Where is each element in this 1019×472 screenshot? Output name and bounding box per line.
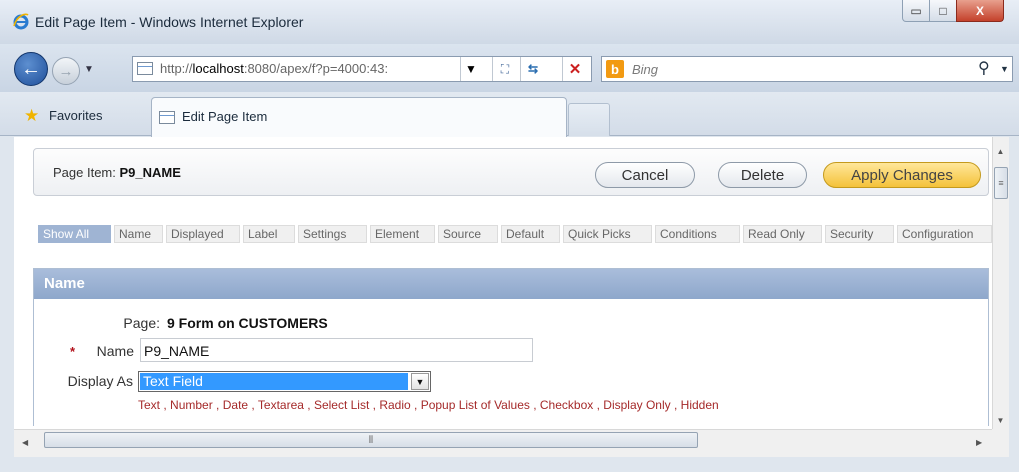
stop-icon: ✕ <box>568 61 582 78</box>
back-arrow-icon: ← <box>21 57 41 80</box>
refresh-icon: ⇆ <box>527 62 539 76</box>
tab-read-only[interactable]: Read Only <box>743 225 822 243</box>
quick-pick-display-only[interactable]: Display Only <box>603 398 670 412</box>
quick-pick-date[interactable]: Date <box>223 398 248 412</box>
chevron-down-icon[interactable]: ▼ <box>411 373 429 390</box>
page-label: Page: <box>123 315 160 331</box>
chevron-down-icon: ▼ <box>465 62 477 76</box>
vertical-scroll-thumb[interactable]: ≡ <box>994 167 1008 199</box>
apply-changes-button[interactable]: Apply Changes <box>823 162 981 188</box>
quick-pick-textarea[interactable]: Textarea <box>258 398 304 412</box>
region-header <box>34 269 988 299</box>
quick-pick-text[interactable]: Text <box>138 398 160 412</box>
quick-pick-hidden[interactable]: Hidden <box>681 398 719 412</box>
search-box[interactable] <box>601 56 1013 82</box>
star-icon: ★ <box>24 106 40 125</box>
tab-label[interactable]: Label <box>243 225 295 243</box>
ie-logo-icon <box>13 13 29 30</box>
search-icon[interactable]: ⚲ <box>978 58 990 78</box>
horizontal-scroll-thumb[interactable]: ⦀ <box>44 432 698 448</box>
display-as-quick-picks: Text , Number , Date , Textarea , Select… <box>138 398 719 412</box>
tab-default[interactable]: Default <box>501 225 560 243</box>
tab-settings[interactable]: Settings <box>298 225 367 243</box>
page-icon <box>137 62 153 75</box>
refresh-button[interactable]: ⇆ <box>520 57 545 81</box>
close-window-button[interactable]: X <box>956 0 1004 22</box>
quick-pick-checkbox[interactable]: Checkbox <box>540 398 593 412</box>
quick-pick-radio[interactable]: Radio <box>379 398 410 412</box>
back-button[interactable]: ← <box>14 52 48 86</box>
scroll-down-icon[interactable]: ▼ <box>992 416 1009 425</box>
page-item-title: Page Item: P9_NAME <box>53 165 181 180</box>
tab-show-all[interactable]: Show All <box>38 225 111 243</box>
tab-source[interactable]: Source <box>438 225 498 243</box>
tab-displayed[interactable]: Displayed <box>166 225 240 243</box>
bing-icon: b <box>606 60 624 78</box>
page-icon <box>159 111 175 124</box>
search-input[interactable]: Bing <box>632 62 658 77</box>
search-options-dropdown[interactable]: ▼ <box>1000 64 1009 74</box>
tab-quick-picks[interactable]: Quick Picks <box>563 225 652 243</box>
tab-label: Edit Page Item <box>182 109 268 124</box>
compatibility-view-icon: ⛶ <box>500 61 510 76</box>
quick-pick-popup-lov[interactable]: Popup List of Values <box>421 398 530 412</box>
compatibility-view-button[interactable]: ⛶ <box>492 57 517 81</box>
scroll-left-icon[interactable]: ◀ <box>22 438 28 447</box>
scroll-right-icon[interactable]: ▶ <box>976 438 982 447</box>
region-title: Name <box>44 275 85 292</box>
display-as-label: Display As <box>67 373 133 389</box>
stop-button[interactable]: ✕ <box>562 57 587 81</box>
scroll-up-icon[interactable]: ▲ <box>992 147 1009 156</box>
maximize-button[interactable]: □ <box>929 0 957 22</box>
recent-pages-dropdown[interactable]: ▼ <box>84 64 94 75</box>
tab-configuration[interactable]: Configuration <box>897 225 992 243</box>
favorites-button[interactable]: Favorites <box>49 108 102 123</box>
new-tab-button[interactable] <box>568 103 610 136</box>
page-value: 9 Form on CUSTOMERS <box>167 315 328 331</box>
name-label: Name <box>96 343 134 359</box>
window-title: Edit Page Item - Windows Internet Explor… <box>35 14 304 30</box>
close-icon: X <box>975 3 984 18</box>
address-dropdown-button[interactable]: ▼ <box>460 57 481 81</box>
status-bar <box>0 457 1019 472</box>
tab-name[interactable]: Name <box>114 225 163 243</box>
maximize-icon: □ <box>939 3 947 18</box>
address-url[interactable]: http://localhost:8080/apex/f?p=4000:43: <box>160 61 472 76</box>
tab-conditions[interactable]: Conditions <box>655 225 740 243</box>
quick-pick-select-list[interactable]: Select List <box>314 398 369 412</box>
minimize-button[interactable]: ▭ <box>902 0 930 22</box>
name-field[interactable] <box>140 338 533 362</box>
forward-arrow-icon: → <box>58 62 74 80</box>
tab-security[interactable]: Security <box>825 225 894 243</box>
display-as-value: Text Field <box>140 373 408 390</box>
tab-element[interactable]: Element <box>370 225 435 243</box>
delete-button[interactable]: Delete <box>718 162 807 188</box>
cancel-button[interactable]: Cancel <box>595 162 695 188</box>
minimize-icon: ▭ <box>910 3 922 18</box>
quick-pick-number[interactable]: Number <box>170 398 213 412</box>
forward-button[interactable]: → <box>52 57 80 85</box>
scrollbar-corner <box>992 429 1009 457</box>
